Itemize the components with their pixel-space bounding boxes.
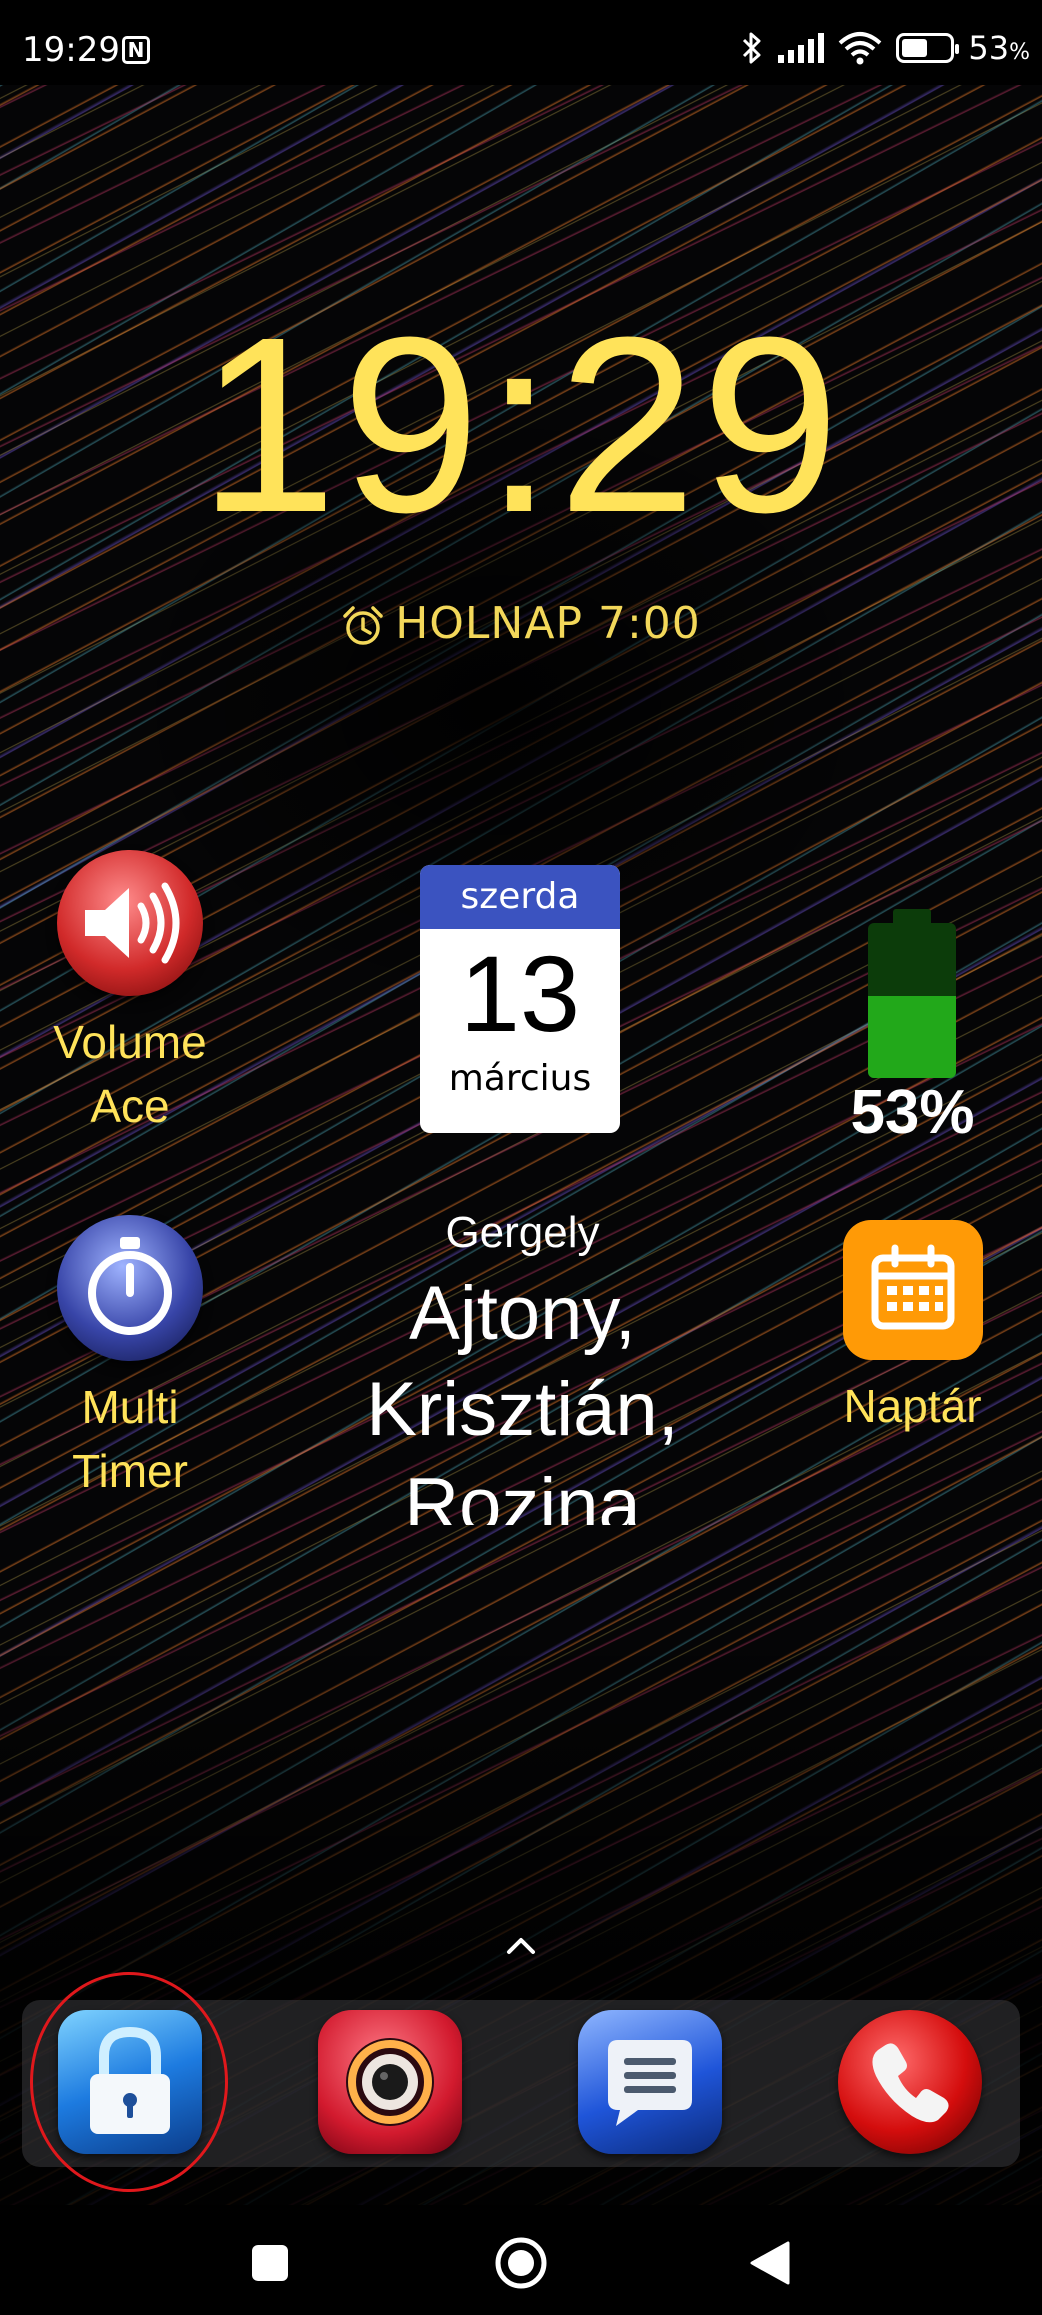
battery-percent-text: 53% <box>968 29 1030 67</box>
nameday-widget[interactable]: Gergely Ajtony, Krisztián, Rozina <box>340 1200 705 1525</box>
app-label: Timer <box>72 1445 188 1497</box>
recents-square-icon[interactable] <box>242 2235 298 2291</box>
date-widget[interactable]: szerda 13 március <box>420 865 620 1133</box>
home-circle-icon[interactable] <box>493 2235 549 2291</box>
app-label: Ace <box>90 1080 170 1132</box>
status-time: 19:29 <box>22 30 120 70</box>
app-volume-ace[interactable]: Volume Ace <box>30 850 230 1138</box>
app-label: Multi <box>81 1381 179 1433</box>
app-multi-timer[interactable]: Multi Timer <box>30 1215 230 1503</box>
navigation-bar <box>0 2205 1042 2315</box>
app-naptar[interactable]: Naptár <box>820 1220 1005 1438</box>
app-label: Naptár <box>843 1380 982 1432</box>
calendar-month: március <box>448 1058 592 1099</box>
next-alarm[interactable]: HOLNAP 7:00 <box>0 598 1042 649</box>
tap-highlight-circle <box>30 1972 228 2192</box>
phone-icon[interactable] <box>838 2010 982 2154</box>
calendar-weekday: szerda <box>420 865 620 929</box>
stopwatch-icon <box>57 1215 203 1361</box>
nameday-first: Gergely <box>445 1208 600 1257</box>
nameday-name: Ajtony, <box>409 1271 636 1356</box>
alarm-text: HOLNAP 7:00 <box>395 598 701 649</box>
nfc-icon: N <box>122 36 150 64</box>
alarm-clock-icon <box>343 606 383 645</box>
bluetooth-icon <box>743 32 761 64</box>
status-bar: 19:29 N 53% <box>0 0 1042 85</box>
camera-icon[interactable] <box>318 2010 462 2154</box>
signal-icon <box>778 33 825 63</box>
app-label: Volume <box>53 1016 207 1068</box>
nameday-name: Rozina <box>404 1463 641 1525</box>
message-icon[interactable] <box>578 2010 722 2154</box>
calendar-icon <box>842 1220 983 1360</box>
battery-icon <box>896 33 960 63</box>
chevron-up-icon[interactable] <box>505 1930 537 1962</box>
battery-widget-percent: 53% <box>850 1078 975 1147</box>
speaker-icon <box>57 850 203 996</box>
battery-level-icon <box>868 923 956 1078</box>
nameday-name: Krisztián, <box>366 1367 679 1452</box>
battery-widget[interactable]: 53% <box>850 905 975 1147</box>
lockscreen-clock: 19:29 <box>198 285 844 564</box>
calendar-day: 13 <box>459 933 581 1054</box>
back-triangle-icon[interactable] <box>744 2235 800 2291</box>
wifi-icon <box>839 32 882 65</box>
